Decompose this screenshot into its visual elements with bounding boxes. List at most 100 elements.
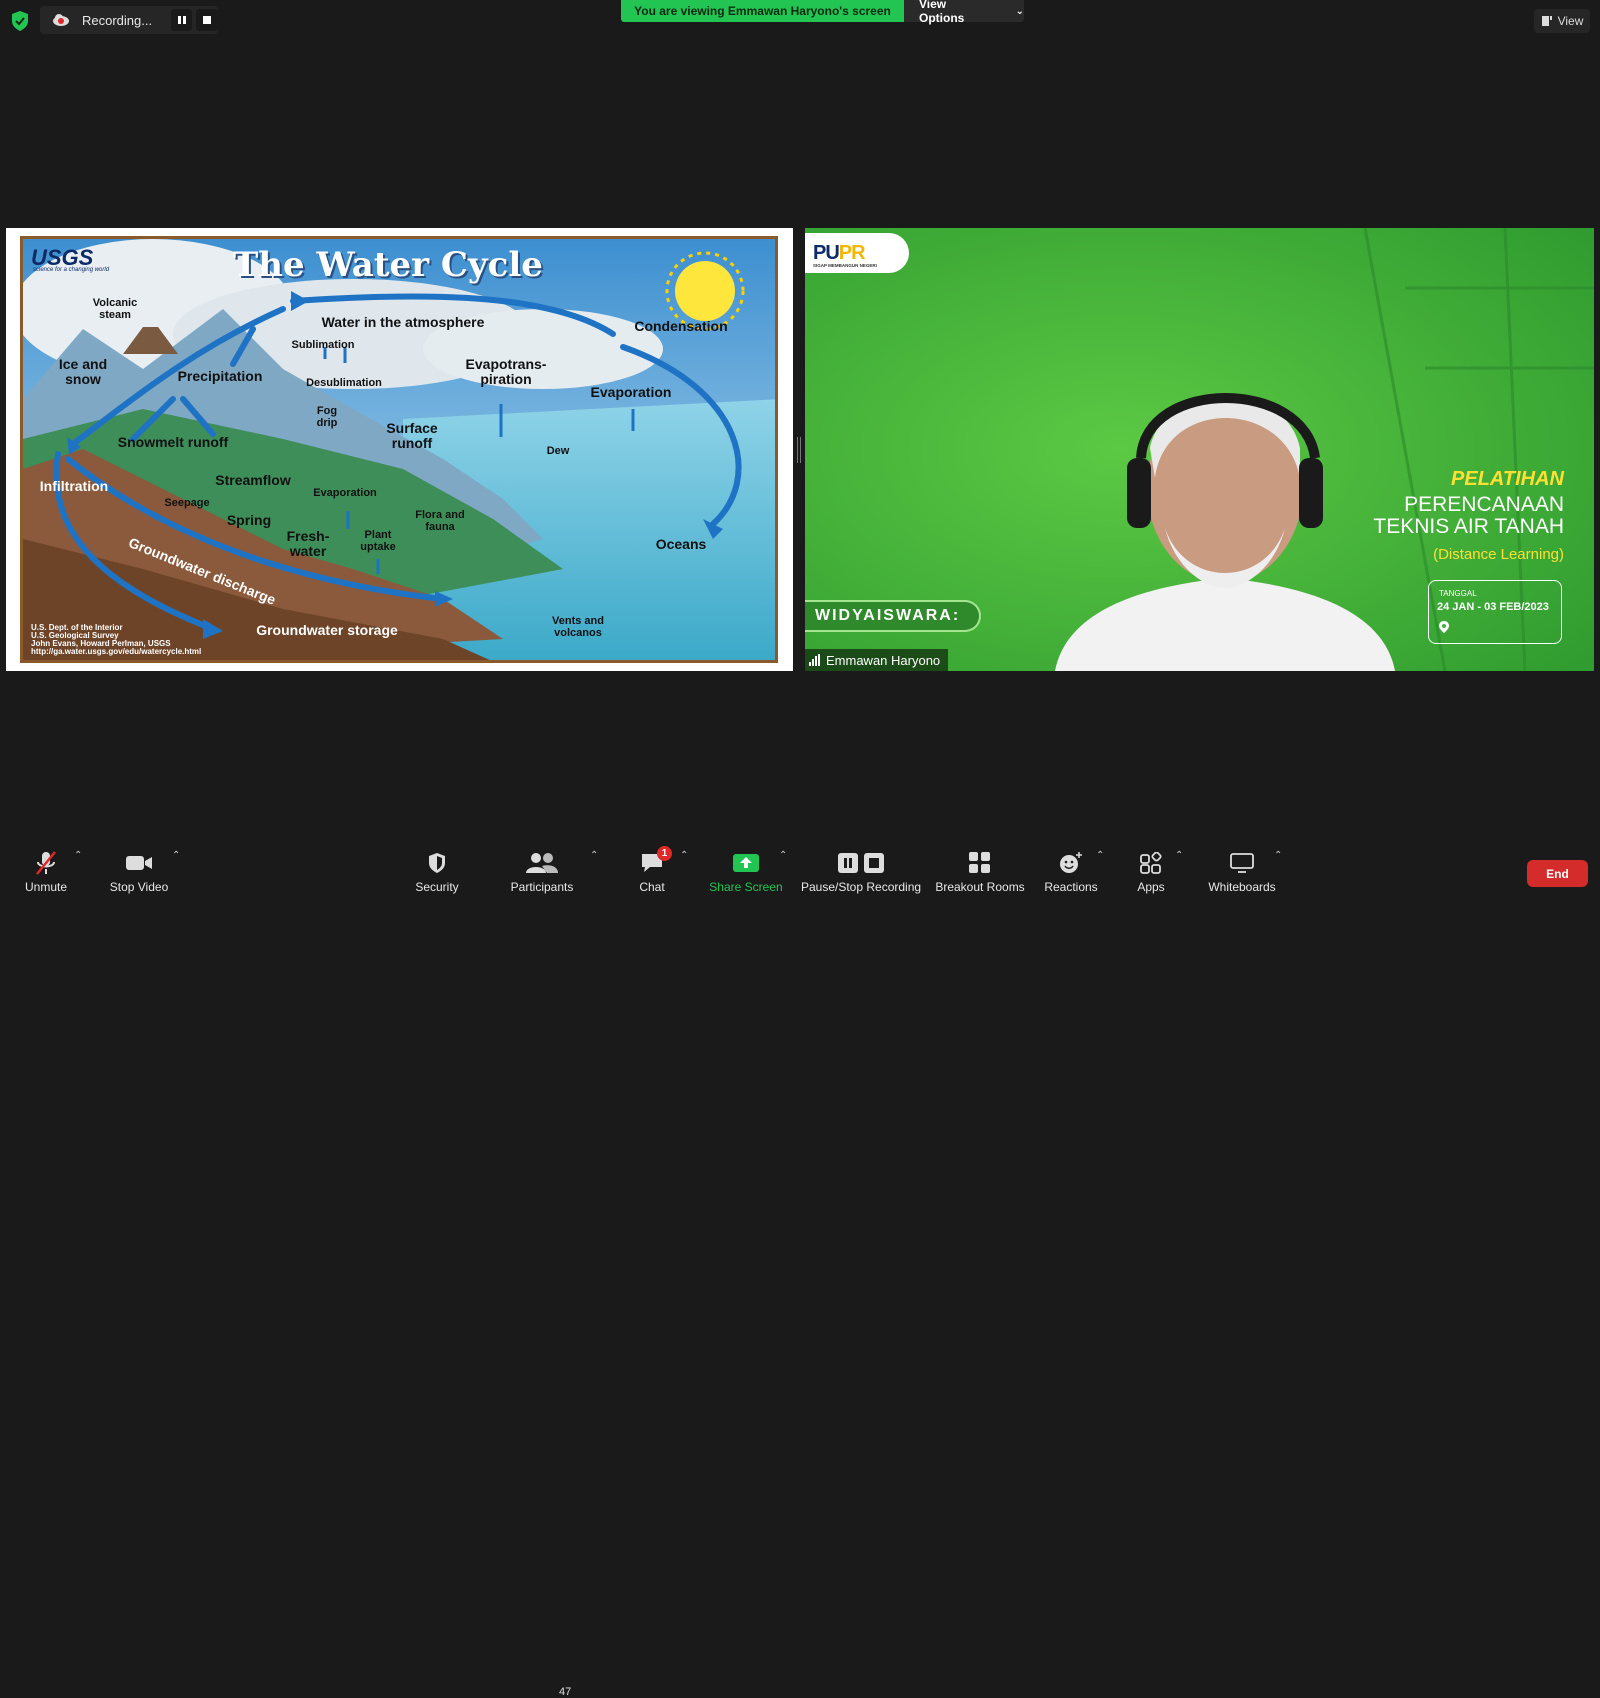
label-seepage: Seepage xyxy=(164,497,210,509)
label-evapotranspiration: Evapotrans-piration xyxy=(465,356,547,387)
cloud-recording-icon xyxy=(52,13,70,27)
breakout-rooms-icon xyxy=(969,848,991,878)
label-infiltration: Infiltration xyxy=(39,478,109,494)
shared-screen-panel: USGS science for a changing world The Wa… xyxy=(6,228,793,671)
pupr-logo: PUPR SIGAP MEMBANGUN NEGERI xyxy=(805,233,909,273)
unmute-label: Unmute xyxy=(24,880,68,894)
usgs-tagline: science for a changing world xyxy=(33,267,110,273)
reactions-button[interactable]: Reactions xyxy=(1044,842,1098,900)
share-screen-icon xyxy=(733,848,759,878)
breakout-rooms-button[interactable]: Breakout Rooms xyxy=(935,842,1025,900)
training-title-line2: TEKNIS AIR TANAH xyxy=(1373,515,1564,538)
participants-button[interactable]: Participants xyxy=(508,842,576,900)
apps-label: Apps xyxy=(1137,880,1165,894)
participant-name-tag: Emmawan Haryono xyxy=(805,649,949,671)
label-dew: Dew xyxy=(546,445,570,457)
pause-stop-icons xyxy=(838,848,884,878)
label-evaporation: Evaporation xyxy=(590,384,672,400)
participants-count: 47 xyxy=(559,1686,572,1698)
audio-options-caret[interactable]: ⌃ xyxy=(74,850,82,861)
training-date-box: TANGGAL 24 JAN - 03 FEB/2023 xyxy=(1428,580,1562,644)
label-desublimation: Desublimation xyxy=(306,377,382,389)
video-camera-icon xyxy=(125,848,153,878)
chevron-down-icon: ⌄ xyxy=(1015,5,1024,17)
whiteboard-icon xyxy=(1230,848,1254,878)
poster-title: The Water Cycle xyxy=(233,245,543,285)
label-volcanic-steam: Volcanic steam xyxy=(92,297,138,321)
recording-indicator: Recording... xyxy=(40,6,218,34)
label-sublimation: Sublimation xyxy=(291,339,355,351)
pause-recording-button[interactable] xyxy=(170,9,193,31)
label-surface-runoff: Surface runoff xyxy=(386,420,438,451)
label-spring: Spring xyxy=(226,512,272,528)
label-vents-volcanos: Vents and volcanos xyxy=(552,615,604,639)
stop-recording-button[interactable] xyxy=(196,9,218,31)
chat-button[interactable]: 1 Chat xyxy=(635,842,672,900)
share-options-caret[interactable]: ⌃ xyxy=(779,850,787,861)
participants-icon xyxy=(525,848,559,878)
label-precipitation: Precipitation xyxy=(177,368,263,384)
label-snowmelt-runoff: Snowmelt runoff xyxy=(117,434,229,450)
viewing-banner: You are viewing Emmawan Haryono's screen xyxy=(621,0,904,22)
end-meeting-button[interactable]: End xyxy=(1527,860,1588,887)
view-options-button[interactable]: View Options ⌄ xyxy=(904,0,1024,25)
pupr-logo-text: PUPR xyxy=(813,242,866,264)
microphone-muted-icon xyxy=(34,848,58,878)
label-ice-snow: Ice and snow xyxy=(58,356,108,387)
label-condensation: Condensation xyxy=(634,318,728,334)
view-label: View xyxy=(1557,14,1584,28)
recording-label: Recording... xyxy=(82,12,153,28)
apps-button[interactable]: Apps xyxy=(1134,842,1168,900)
video-options-caret[interactable]: ⌃ xyxy=(172,850,180,861)
reactions-options-caret[interactable]: ⌃ xyxy=(1096,850,1104,861)
security-shield-icon xyxy=(427,848,447,878)
credit-line: http://ga.water.usgs.gov/edu/watercycle.… xyxy=(31,647,202,656)
chat-options-caret[interactable]: ⌃ xyxy=(680,850,688,861)
date-value: 24 JAN - 03 FEB/2023 xyxy=(1437,601,1549,613)
stop-video-label: Stop Video xyxy=(109,880,169,894)
stop-icon xyxy=(203,16,212,24)
breakout-rooms-label: Breakout Rooms xyxy=(935,880,1025,894)
top-bar: Recording... You are viewing Emmawan Har… xyxy=(0,0,1600,40)
location-pin-icon xyxy=(1439,621,1449,633)
apps-options-caret[interactable]: ⌃ xyxy=(1175,850,1183,861)
date-label: TANGGAL xyxy=(1439,589,1477,598)
chat-icon: 1 xyxy=(640,846,672,878)
chat-label: Chat xyxy=(639,880,665,894)
widyaiswara-banner: WIDYAISWARA: xyxy=(805,600,981,632)
label-evaporation-2: Evaporation xyxy=(313,487,377,499)
label-flora-fauna: Flora and fauna xyxy=(415,509,465,533)
label-groundwater-storage: Groundwater storage xyxy=(256,622,398,638)
whiteboards-options-caret[interactable]: ⌃ xyxy=(1274,850,1282,861)
whiteboards-button[interactable]: Whiteboards xyxy=(1206,842,1278,900)
share-screen-button[interactable]: Share Screen xyxy=(708,842,784,900)
security-label: Security xyxy=(415,880,459,894)
reactions-icon xyxy=(1059,848,1083,878)
pelatihan-heading: PELATIHAN xyxy=(1451,468,1564,490)
label-water-atmosphere: Water in the atmosphere xyxy=(321,314,485,330)
whiteboards-label: Whiteboards xyxy=(1208,880,1276,894)
panel-resize-handle[interactable] xyxy=(797,437,801,463)
unmute-button[interactable]: Unmute xyxy=(20,842,72,900)
view-button[interactable]: View xyxy=(1534,9,1590,33)
shield-icon[interactable] xyxy=(10,10,30,32)
chat-unread-badge: 1 xyxy=(657,846,672,861)
pause-icon xyxy=(177,16,186,24)
participants-options-caret[interactable]: ⌃ xyxy=(590,850,598,861)
stop-video-button[interactable]: Stop Video xyxy=(106,842,172,900)
pupr-tagline: SIGAP MEMBANGUN NEGERI xyxy=(813,263,877,268)
security-button[interactable]: Security xyxy=(412,842,462,900)
label-plant-uptake: Plant uptake xyxy=(360,529,396,553)
signal-strength-icon xyxy=(809,654,820,666)
participant-video-panel[interactable]: PUPR SIGAP MEMBANGUN NEGERI PELATIHAN PE… xyxy=(805,228,1594,671)
label-fresh-water: Fresh-water xyxy=(286,528,330,559)
meeting-toolbar: Unmute ⌃ Stop Video ⌃ Security Participa… xyxy=(0,842,1600,1698)
distance-learning-label: (Distance Learning) xyxy=(1433,546,1564,563)
view-options-label: View Options xyxy=(919,0,965,25)
pause-stop-recording-button[interactable]: Pause/Stop Recording xyxy=(801,842,921,900)
training-title-line1: PERENCANAAN xyxy=(1404,493,1564,516)
participant-name: Emmawan Haryono xyxy=(826,652,941,668)
apps-icon xyxy=(1140,848,1162,878)
label-fog-drip: Fog drip xyxy=(316,405,338,429)
layout-icon xyxy=(1541,16,1552,26)
